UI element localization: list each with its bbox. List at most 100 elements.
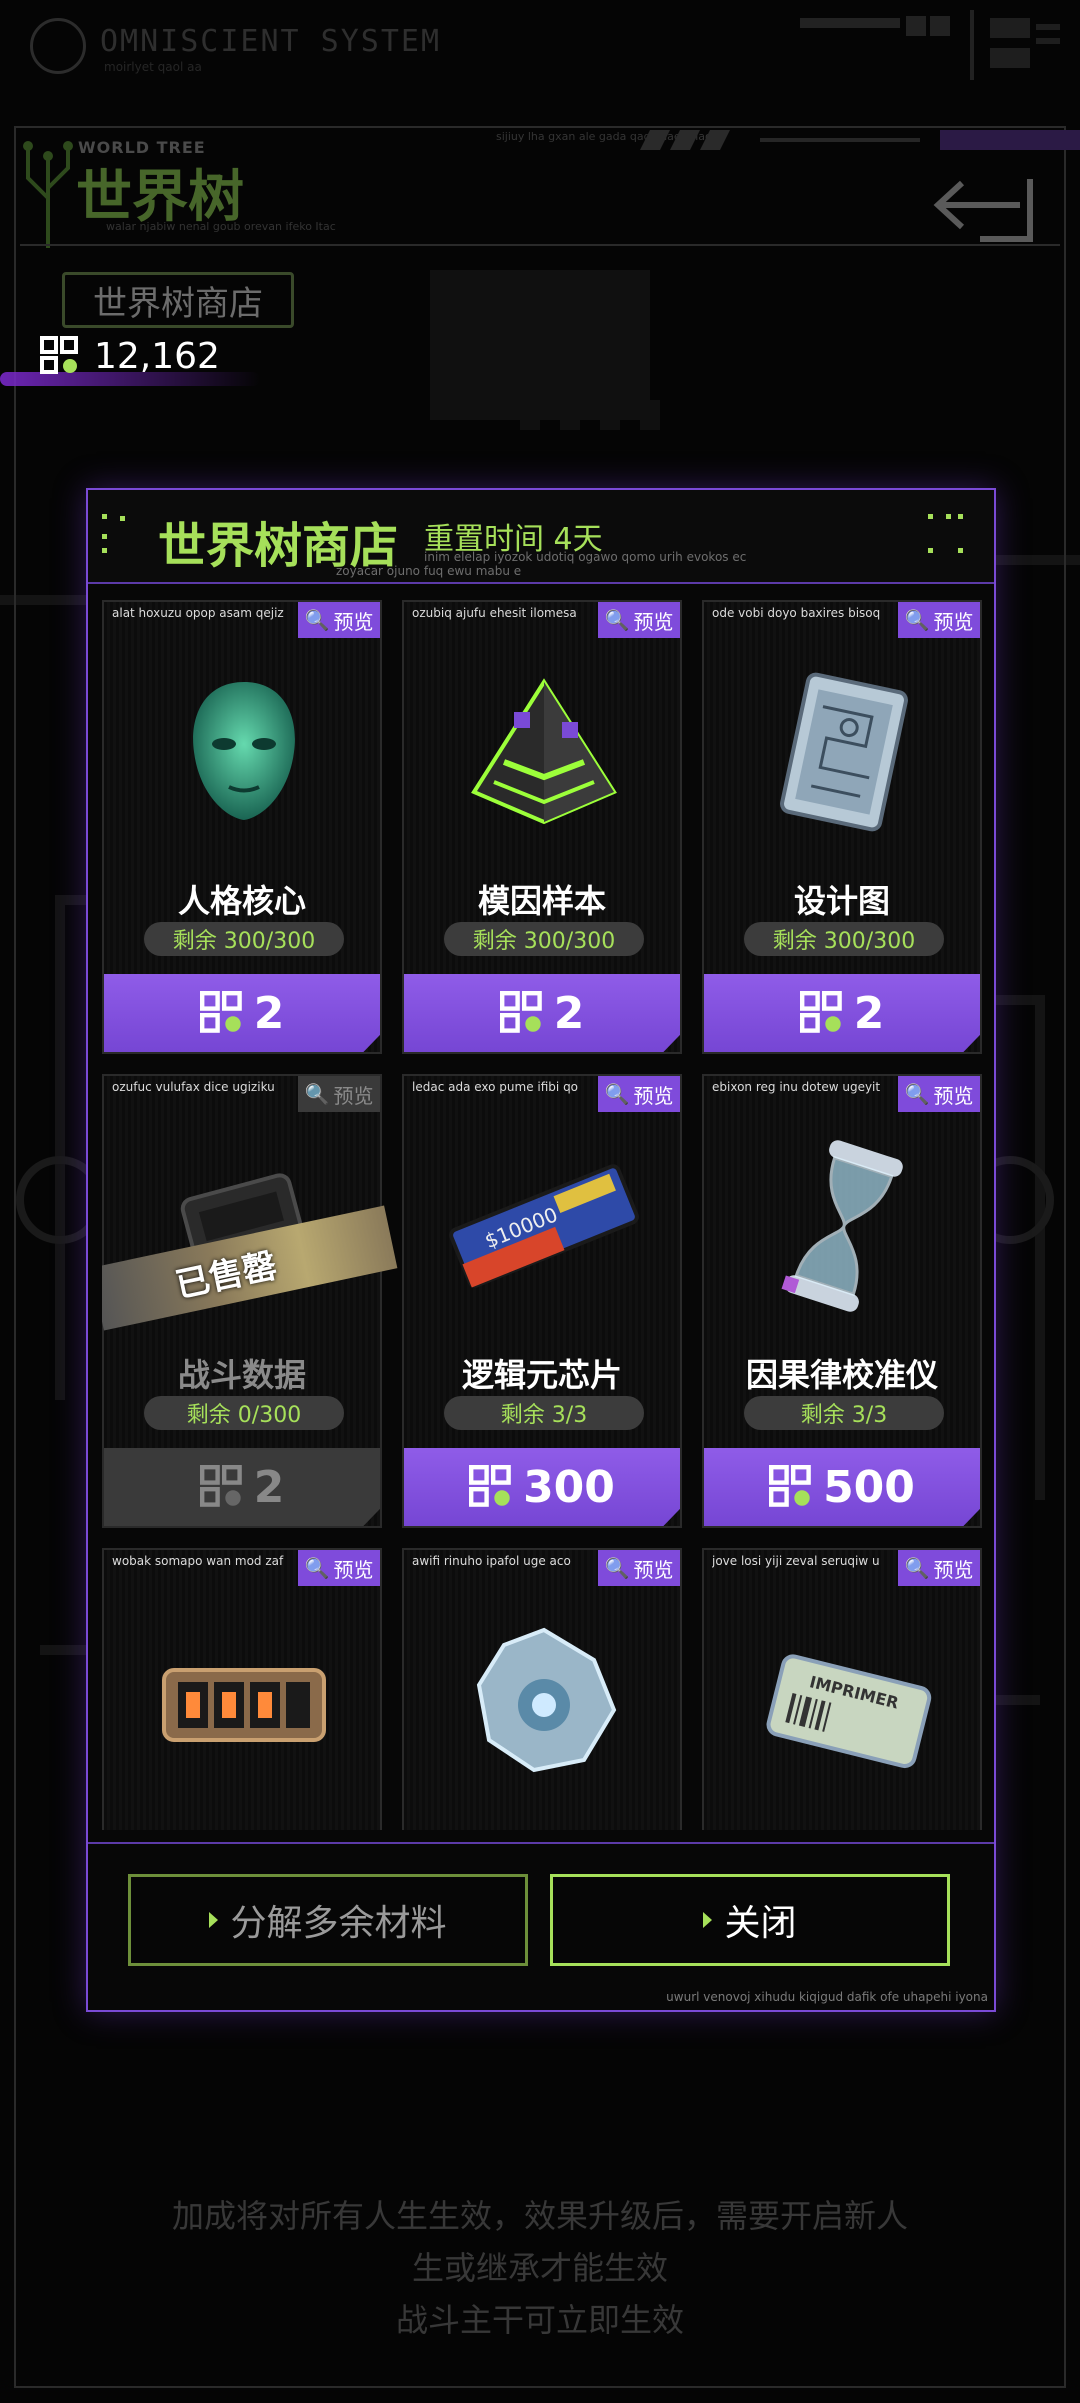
world-tree-header: WORLD TREE 世界树 walar njabiw nenal goub o… bbox=[20, 130, 1080, 250]
remaining-stock: 剩余 3/3 bbox=[444, 1396, 644, 1430]
preview-button[interactable]: 🔍 预览 bbox=[598, 1550, 680, 1586]
bottom-note: 加成将对所有人生生效，效果升级后，需要开启新人 生或继承才能生效 战斗主干可立即… bbox=[60, 2190, 1020, 2346]
currency-amount: 12,162 bbox=[94, 335, 220, 377]
arrow-right-icon bbox=[209, 1912, 219, 1928]
system-title: OMNISCIENT SYSTEM bbox=[100, 24, 442, 59]
header-sub-text: walar njabiw nenal goub orevan ifeko Ita… bbox=[106, 220, 336, 233]
price: 300 bbox=[523, 1461, 615, 1513]
search-icon: 🔍 bbox=[904, 1082, 930, 1106]
ticket-icon: IMPRIMER bbox=[766, 1654, 932, 1769]
shop-item-card[interactable]: wobak somapo wan mod zaf 🔍 预览 bbox=[102, 1548, 382, 1830]
item-code: ozufuc vulufax dice ugiziku bbox=[112, 1080, 275, 1094]
search-icon: 🔍 bbox=[604, 608, 630, 632]
remaining-stock: 剩余 0/300 bbox=[144, 1396, 344, 1430]
bottom-note-line: 加成将对所有人生生效，效果升级后，需要开启新人 bbox=[171, 2197, 908, 2235]
buy-button[interactable]: 2 bbox=[104, 974, 380, 1052]
footer-meta: uwurl venovoj xihudu kiqigud dafik ofe u… bbox=[666, 1990, 988, 2004]
item-code: ozubiq ajufu ehesit ilomesa bbox=[412, 606, 577, 620]
price: 2 bbox=[253, 987, 285, 1039]
buy-button[interactable]: 2 bbox=[404, 974, 680, 1052]
tree-circuit-icon bbox=[23, 141, 73, 248]
preview-button[interactable]: 🔍 预览 bbox=[298, 1550, 380, 1586]
item-code: ledac ada exo pume ifibi qo bbox=[412, 1080, 579, 1094]
corner-dots-icon bbox=[100, 514, 134, 554]
hourglass-icon bbox=[781, 1140, 903, 1312]
search-icon: 🔍 bbox=[304, 608, 330, 632]
preview-button[interactable]: 🔍 预览 bbox=[598, 602, 680, 638]
qr-token-icon bbox=[469, 1465, 511, 1507]
item-grid: alat hoxuzu opop asam qejiz 🔍 预览 人格核心 剩余 … bbox=[102, 600, 982, 1830]
price: 2 bbox=[853, 987, 885, 1039]
shop-item-card[interactable]: awifi rinuho ipafol uge aco 🔍 预览 bbox=[402, 1548, 682, 1830]
dialog-meta-line-1: inim elelap iyozok udotiq ogawo qomo uri… bbox=[424, 550, 747, 564]
qr-token-icon bbox=[199, 991, 242, 1033]
close-button[interactable]: 关闭 bbox=[550, 1874, 950, 1966]
system-subtitle: moirlyet qaol aa bbox=[104, 60, 202, 74]
back-button[interactable] bbox=[910, 164, 1050, 254]
nixie-display-icon bbox=[162, 1668, 326, 1742]
item-code: ebixon reg inu dotew ugeyit bbox=[712, 1080, 881, 1094]
buy-button-disabled: 2 bbox=[104, 1448, 380, 1526]
remaining-stock: 剩余 300/300 bbox=[744, 922, 944, 956]
price: 2 bbox=[253, 1461, 285, 1513]
qr-token-icon bbox=[199, 1465, 242, 1507]
qr-token-icon bbox=[769, 1465, 811, 1507]
buy-button[interactable]: 2 bbox=[704, 974, 980, 1052]
shop-item-card[interactable]: alat hoxuzu opop asam qejiz 🔍 预览 人格核心 剩余 … bbox=[102, 600, 382, 1054]
dialog-meta-line-2: zoyacar ojuno fuq ewu mabu e bbox=[336, 564, 522, 578]
item-code: ode vobi doyo baxires bisoq bbox=[712, 606, 881, 620]
dialog-footer: 分解多余材料 关闭 uwurl venovoj xihudu kiqigud d… bbox=[88, 1842, 994, 2012]
search-icon: 🔍 bbox=[604, 1082, 630, 1106]
buy-button[interactable]: 300 bbox=[404, 1448, 680, 1526]
preview-button[interactable]: 🔍 预览 bbox=[898, 602, 980, 638]
status-deco-icon bbox=[800, 10, 1060, 80]
header-divider bbox=[20, 244, 1060, 246]
item-name: 战斗数据 bbox=[177, 1356, 306, 1394]
remaining-stock: 剩余 300/300 bbox=[444, 922, 644, 956]
pyramid-icon bbox=[471, 678, 617, 825]
search-icon: 🔍 bbox=[304, 1082, 330, 1106]
shop-item-card[interactable]: ozubiq ajufu ehesit ilomesa 🔍 预览 模因样本 剩余 … bbox=[402, 600, 682, 1054]
preview-button: 🔍 预览 bbox=[298, 1076, 380, 1112]
item-code: jove losi yiji zeval seruqiw u bbox=[712, 1554, 880, 1568]
shop-item-card-sold-out: ozufuc vulufax dice ugiziku 🔍 预览 已售罄 战斗数据… bbox=[102, 1074, 398, 1528]
preview-button[interactable]: 🔍 预览 bbox=[298, 602, 380, 638]
search-icon: 🔍 bbox=[904, 1556, 930, 1580]
currency-display: 12,162 bbox=[40, 334, 220, 378]
item-code: alat hoxuzu opop asam qejiz bbox=[112, 606, 284, 620]
decompose-materials-button[interactable]: 分解多余材料 bbox=[128, 1874, 528, 1966]
arrow-right-icon bbox=[703, 1912, 713, 1928]
shop-item-card[interactable]: ebixon reg inu dotew ugeyit 🔍 预览 因果律校准仪 剩… bbox=[702, 1074, 982, 1528]
search-icon: 🔍 bbox=[304, 1556, 330, 1580]
corner-dots-icon bbox=[928, 514, 963, 554]
chip-icon: $10000 bbox=[449, 1164, 639, 1288]
item-name: 模因样本 bbox=[477, 882, 606, 920]
qr-token-icon bbox=[499, 991, 542, 1033]
price: 500 bbox=[823, 1461, 915, 1513]
item-code: wobak somapo wan mod zaf bbox=[112, 1554, 284, 1568]
buy-button[interactable]: 500 bbox=[704, 1448, 980, 1526]
circuit-board-icon bbox=[780, 672, 908, 832]
item-code: awifi rinuho ipafol uge aco bbox=[412, 1554, 571, 1568]
item-name: 逻辑元芯片 bbox=[461, 1356, 622, 1394]
remaining-stock: 剩余 3/3 bbox=[744, 1396, 944, 1430]
back-arrow-icon bbox=[933, 179, 1033, 242]
preview-button[interactable]: 🔍 预览 bbox=[898, 1076, 980, 1112]
search-icon: 🔍 bbox=[604, 1556, 630, 1580]
header-stripe-deco bbox=[640, 130, 1080, 150]
system-bar: OMNISCIENT SYSTEM moirlyet qaol aa bbox=[0, 0, 1080, 100]
shop-item-card[interactable]: ode vobi doyo baxires bisoq 🔍 预览 设计图 剩余 3… bbox=[702, 600, 982, 1054]
preview-button[interactable]: 🔍 预览 bbox=[598, 1076, 680, 1112]
item-name: 设计图 bbox=[793, 882, 890, 920]
shop-item-card[interactable]: ledac ada exo pume ifibi qo 🔍 预览 $10000 逻… bbox=[402, 1074, 682, 1528]
price: 2 bbox=[553, 987, 585, 1039]
holographic-head-icon bbox=[193, 682, 295, 820]
preview-button[interactable]: 🔍 预览 bbox=[898, 1550, 980, 1586]
crystal-icon bbox=[476, 1627, 617, 1773]
shop-item-card[interactable]: jove losi yiji zeval seruqiw u 🔍 预览 IMPRI… bbox=[702, 1548, 982, 1830]
item-name: 因果律校准仪 bbox=[745, 1356, 938, 1394]
bottom-note-line: 生或继承才能生效 bbox=[411, 2249, 668, 2287]
dialog-header: 世界树商店 重置时间 4天 inim elelap iyozok udotiq … bbox=[88, 490, 994, 584]
item-name: 人格核心 bbox=[177, 882, 306, 920]
bottom-note-line: 战斗主干可立即生效 bbox=[395, 2301, 684, 2339]
